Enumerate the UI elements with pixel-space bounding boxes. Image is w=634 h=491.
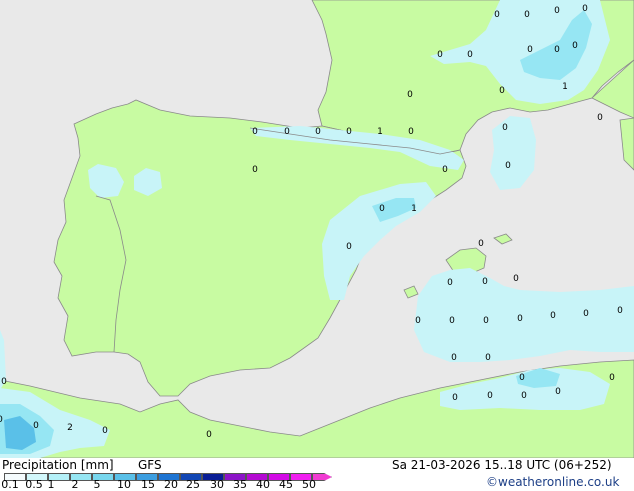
precip-value-label: 0 xyxy=(483,316,489,326)
precip-value-label: 0 xyxy=(206,430,212,440)
precip-value-label: 0 xyxy=(555,387,561,397)
precip-value-label: 0 xyxy=(346,242,352,252)
precip-value-label: 0 xyxy=(451,353,457,363)
precip-value-label: 0 xyxy=(583,309,589,319)
precip-value-label: 0 xyxy=(478,239,484,249)
valid-datetime: Sa 21-03-2026 15..18 UTC (06+252) xyxy=(392,458,612,472)
precip-value-label: 0 xyxy=(527,45,533,55)
scale-tick-label: 0.1 xyxy=(1,478,19,491)
precip-value-label: 1 xyxy=(377,127,383,137)
scale-tick-label: 2 xyxy=(71,478,79,491)
precip-value-label: 2 xyxy=(67,423,73,433)
precip-value-label: 1 xyxy=(562,82,568,92)
precip-value-label: 0 xyxy=(513,274,519,284)
precip-value-label: 0 xyxy=(415,316,421,326)
precip-value-label: 0 xyxy=(524,10,530,20)
precip-value-label: 0 xyxy=(408,127,414,137)
scale-tick-label: 45 xyxy=(279,478,293,491)
precip-value-label: 0 xyxy=(494,10,500,20)
scale-tick-label: 35 xyxy=(233,478,247,491)
precip-value-label: 0 xyxy=(346,127,352,137)
precip-value-label: 0 xyxy=(447,278,453,288)
scale-tick-label: 1 xyxy=(47,478,55,491)
precip-value-label: 0 xyxy=(550,311,556,321)
precip-value-label: 0 xyxy=(487,391,493,401)
scale-tick-label: 50 xyxy=(302,478,316,491)
precip-value-label: 0 xyxy=(609,373,615,383)
model-name: GFS xyxy=(138,458,162,472)
precip-value-label: 0 xyxy=(284,127,290,137)
precip-value-label: 0 xyxy=(102,426,108,436)
precip-value-label: 0 xyxy=(449,316,455,326)
precip-value-label: 0 xyxy=(582,4,588,14)
precip-value-label: 0 xyxy=(502,123,508,133)
precip-value-label: 1 xyxy=(411,204,417,214)
precip-value-label: 0 xyxy=(467,50,473,60)
precip-value-label: 0 xyxy=(252,127,258,137)
scale-tick-label: 10 xyxy=(117,478,131,491)
precip-value-label: 0 xyxy=(499,86,505,96)
map-canvas: 0 0 0 0 0 0 0 0 0 0 1 0 0 0 0 0 1 0 0 0 0 0 0 1 0 0 0 0 0 0 0 0 0 0 0 0 0 0 0 0… xyxy=(0,0,634,458)
precip-value-label: 0 xyxy=(379,204,385,214)
precip-value-label: 0 xyxy=(597,113,603,123)
scale-tick-label: 15 xyxy=(141,478,155,491)
credit-text: ©weatheronline.co.uk xyxy=(486,475,620,489)
legend-bar: Precipitation [mm] GFS Sa 21-03-2026 15.… xyxy=(0,458,634,491)
scale-tick-label: 30 xyxy=(210,478,224,491)
legend-title: Precipitation [mm] xyxy=(2,458,114,472)
precip-value-label: 0 xyxy=(252,165,258,175)
precip-value-label: 0 xyxy=(521,391,527,401)
precip-value-label: 0 xyxy=(554,6,560,16)
precip-value-label: 0 xyxy=(442,165,448,175)
precip-value-label: 0 xyxy=(437,50,443,60)
scale-tick-label: 0.5 xyxy=(25,478,43,491)
precip-value-label: 0 xyxy=(482,277,488,287)
precip-value-label: 0 xyxy=(1,377,7,387)
scale-tick-label: 20 xyxy=(164,478,178,491)
scale-tick-label: 25 xyxy=(186,478,200,491)
precip-value-label: 0 xyxy=(452,393,458,403)
precip-value-label: 0 xyxy=(517,314,523,324)
precip-value-label: 0 xyxy=(485,353,491,363)
precip-value-label: 0 xyxy=(617,306,623,316)
precipitation-map: 0 0 0 0 0 0 0 0 0 0 1 0 0 0 0 0 1 0 0 0 0 0 0 1 0 0 0 0 0 0 0 0 0 0 0 0 0 0 0 0… xyxy=(0,0,634,458)
scale-tick-label: 40 xyxy=(256,478,270,491)
precip-value-label: 0 xyxy=(33,421,39,431)
precip-value-label: 0 xyxy=(519,373,525,383)
precip-value-label: 0 xyxy=(0,415,3,425)
precip-value-label: 0 xyxy=(315,127,321,137)
precip-value-label: 0 xyxy=(505,161,511,171)
precip-value-label: 0 xyxy=(554,45,560,55)
precip-value-label: 0 xyxy=(572,41,578,51)
scale-tick-label: 5 xyxy=(93,478,101,491)
precip-value-label: 0 xyxy=(407,90,413,100)
